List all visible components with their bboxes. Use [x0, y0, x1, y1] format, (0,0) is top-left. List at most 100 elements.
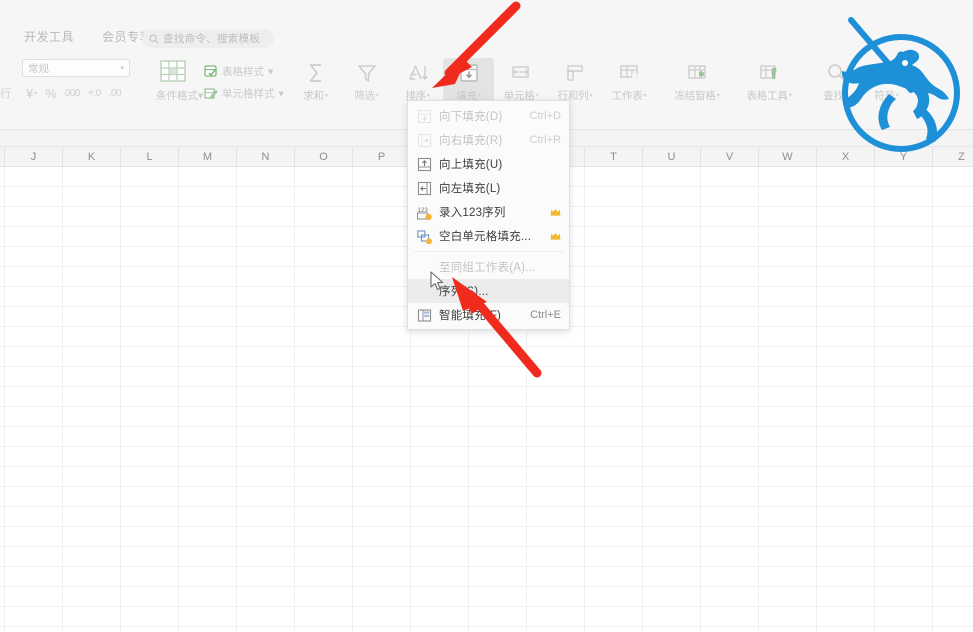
grid-cell[interactable] — [353, 487, 411, 507]
grid-cell[interactable] — [585, 287, 643, 307]
grid-cell[interactable] — [817, 627, 875, 632]
grid-cell[interactable] — [63, 607, 121, 627]
grid-cell[interactable] — [469, 467, 527, 487]
table-row[interactable] — [0, 407, 973, 427]
grid-cell[interactable] — [585, 267, 643, 287]
grid-cell[interactable] — [701, 507, 759, 527]
grid-cell[interactable] — [353, 367, 411, 387]
grid-cell[interactable] — [701, 167, 759, 187]
grid-cell[interactable] — [933, 467, 973, 487]
worksheet-button[interactable]: 工作表 ▾ — [602, 58, 656, 114]
grid-cell[interactable] — [701, 207, 759, 227]
grid-cell[interactable] — [701, 307, 759, 327]
column-header-X[interactable]: X — [817, 147, 875, 166]
grid-cell[interactable] — [933, 387, 973, 407]
grid-cell[interactable] — [585, 347, 643, 367]
grid-cell[interactable] — [643, 487, 701, 507]
menu-item-fill-left[interactable]: 向左填充(L) — [408, 176, 569, 200]
grid-cell[interactable] — [237, 567, 295, 587]
grid-cell[interactable] — [817, 447, 875, 467]
grid-cell[interactable] — [933, 287, 973, 307]
grid-cell[interactable] — [5, 187, 63, 207]
grid-cell[interactable] — [63, 527, 121, 547]
grid-cell[interactable] — [63, 407, 121, 427]
grid-cell[interactable] — [585, 247, 643, 267]
grid-cell[interactable] — [585, 407, 643, 427]
grid-cell[interactable] — [353, 527, 411, 547]
grid-cell[interactable] — [933, 267, 973, 287]
grid-cell[interactable] — [5, 167, 63, 187]
grid-cell[interactable] — [179, 427, 237, 447]
grid-cell[interactable] — [933, 227, 973, 247]
grid-cell[interactable] — [237, 607, 295, 627]
grid-cell[interactable] — [875, 487, 933, 507]
grid-cell[interactable] — [63, 207, 121, 227]
grid-cell[interactable] — [121, 367, 179, 387]
grid-cell[interactable] — [5, 327, 63, 347]
grid-cell[interactable] — [121, 187, 179, 207]
symbol-button[interactable]: 符号 ▾ — [861, 58, 912, 114]
grid-cell[interactable] — [353, 547, 411, 567]
grid-cell[interactable] — [179, 207, 237, 227]
grid-cell[interactable] — [63, 507, 121, 527]
grid-cell[interactable] — [817, 587, 875, 607]
grid-cell[interactable] — [643, 567, 701, 587]
grid-cell[interactable] — [63, 547, 121, 567]
grid-cell[interactable] — [933, 487, 973, 507]
grid-cell[interactable] — [817, 507, 875, 527]
grid-cell[interactable] — [5, 627, 63, 632]
grid-cell[interactable] — [237, 287, 295, 307]
grid-cell[interactable] — [295, 587, 353, 607]
grid-cell[interactable] — [411, 587, 469, 607]
grid-cell[interactable] — [237, 247, 295, 267]
grid-cell[interactable] — [411, 607, 469, 627]
grid-cell[interactable] — [179, 567, 237, 587]
grid-cell[interactable] — [179, 547, 237, 567]
grid-cell[interactable] — [5, 267, 63, 287]
grid-cell[interactable] — [179, 287, 237, 307]
grid-cell[interactable] — [643, 367, 701, 387]
grid-cell[interactable] — [875, 547, 933, 567]
grid-cell[interactable] — [585, 227, 643, 247]
grid-cell[interactable] — [63, 567, 121, 587]
grid-cell[interactable] — [759, 507, 817, 527]
menu-item-fill-up[interactable]: 向上填充(U) — [408, 152, 569, 176]
grid-cell[interactable] — [411, 347, 469, 367]
grid-cell[interactable] — [237, 447, 295, 467]
autosum-button[interactable]: 求和 ▾ — [290, 58, 341, 114]
grid-cell[interactable] — [5, 427, 63, 447]
grid-cell[interactable] — [179, 587, 237, 607]
grid-cell[interactable] — [759, 567, 817, 587]
grid-cell[interactable] — [5, 527, 63, 547]
grid-cell[interactable] — [759, 407, 817, 427]
grid-cell[interactable] — [469, 347, 527, 367]
grid-cell[interactable] — [121, 227, 179, 247]
column-header-T[interactable]: T — [585, 147, 643, 166]
grid-cell[interactable] — [411, 567, 469, 587]
grid-cell[interactable] — [933, 367, 973, 387]
grid-cell[interactable] — [817, 547, 875, 567]
grid-cell[interactable] — [875, 267, 933, 287]
grid-cell[interactable] — [63, 307, 121, 327]
grid-cell[interactable] — [63, 247, 121, 267]
grid-cell[interactable] — [585, 447, 643, 467]
grid-cell[interactable] — [5, 307, 63, 327]
grid-cell[interactable] — [237, 227, 295, 247]
grid-cell[interactable] — [5, 447, 63, 467]
grid-cell[interactable] — [179, 447, 237, 467]
grid-cell[interactable] — [353, 287, 411, 307]
fill-dropdown-menu[interactable]: 向下填充(D) Ctrl+D 向右填充(R) Ctrl+R 向上填充(U) 向左填充(L)… — [407, 100, 570, 330]
menu-item-fill-blank-cells[interactable]: 空白单元格填充... — [408, 224, 569, 248]
grid-cell[interactable] — [933, 187, 973, 207]
grid-cell[interactable] — [295, 247, 353, 267]
grid-cell[interactable] — [121, 627, 179, 632]
grid-cell[interactable] — [469, 607, 527, 627]
grid-cell[interactable] — [121, 527, 179, 547]
grid-cell[interactable] — [759, 187, 817, 207]
grid-cell[interactable] — [295, 507, 353, 527]
grid-cell[interactable] — [237, 347, 295, 367]
grid-cell[interactable] — [933, 167, 973, 187]
grid-cell[interactable] — [121, 487, 179, 507]
grid-cell[interactable] — [121, 567, 179, 587]
grid-cell[interactable] — [295, 347, 353, 367]
